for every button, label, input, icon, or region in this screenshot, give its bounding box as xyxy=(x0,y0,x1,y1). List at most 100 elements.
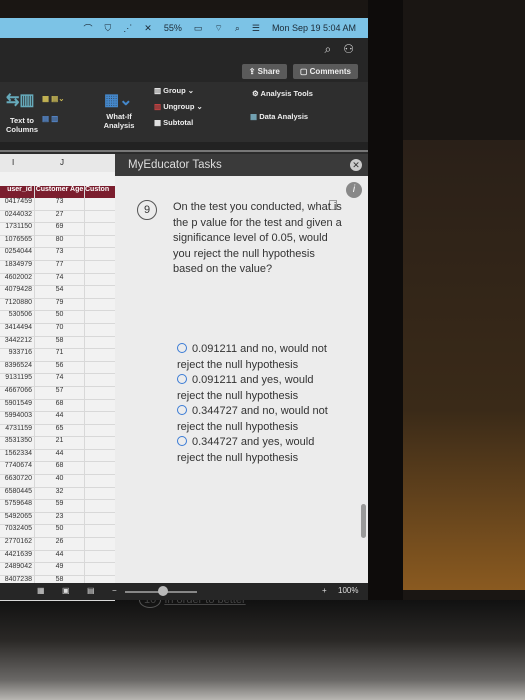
empty-cell[interactable] xyxy=(84,500,115,512)
user-id-cell[interactable]: 7120880 xyxy=(0,299,34,311)
customer-age-cell[interactable]: 50 xyxy=(34,311,84,323)
user-id-cell[interactable]: 1731150 xyxy=(0,223,34,235)
empty-cell[interactable] xyxy=(84,424,115,437)
empty-cell[interactable] xyxy=(84,487,115,500)
zoom-out-icon[interactable]: − xyxy=(112,586,117,595)
customer-age-cell[interactable]: 70 xyxy=(34,323,84,336)
column-header-i[interactable]: I xyxy=(12,158,14,167)
table-row[interactable]: 3531350 21 xyxy=(0,437,115,450)
table-row[interactable]: 0254044 73 xyxy=(0,248,115,261)
normal-view-icon[interactable]: ▦ xyxy=(37,586,45,595)
customer-age-cell[interactable]: 65 xyxy=(34,424,84,437)
customer-age-cell[interactable]: 40 xyxy=(34,475,84,487)
table-row[interactable]: 8396524 56 xyxy=(0,361,115,375)
customer-age-cell[interactable]: 68 xyxy=(34,462,84,475)
empty-cell[interactable] xyxy=(84,475,115,487)
empty-cell[interactable] xyxy=(84,323,115,336)
zoom-in-icon[interactable]: + xyxy=(322,586,327,595)
customer-age-cell[interactable]: 54 xyxy=(34,286,84,298)
table-row[interactable]: 0417459 73 xyxy=(0,198,115,211)
customer-age-cell[interactable]: 71 xyxy=(34,349,84,361)
close-icon[interactable]: ✕ xyxy=(350,159,362,171)
user-id-cell[interactable]: 2489042 xyxy=(0,563,34,575)
user-id-cell[interactable]: 6580445 xyxy=(0,488,34,500)
user-id-cell[interactable]: 2770162 xyxy=(0,538,34,550)
table-row[interactable]: 4667066 57 xyxy=(0,386,115,400)
table-row[interactable]: 3414494 70 xyxy=(0,323,115,337)
user-id-cell[interactable]: 1562334 xyxy=(0,450,34,462)
table-row[interactable]: 4731159 65 xyxy=(0,424,115,438)
user-id-cell[interactable]: 0417459 xyxy=(0,198,34,210)
user-id-cell[interactable]: 5901549 xyxy=(0,400,34,412)
customer-age-cell[interactable]: 27 xyxy=(34,210,84,223)
user-id-cell[interactable]: 1834979 xyxy=(0,261,34,273)
empty-cell[interactable] xyxy=(84,550,115,563)
user-id-cell[interactable]: 7740674 xyxy=(0,462,34,474)
user-id-cell[interactable]: 933716 xyxy=(0,349,34,361)
table-row[interactable]: 5492065 23 xyxy=(0,512,115,526)
empty-cell[interactable] xyxy=(84,449,115,462)
empty-cell[interactable] xyxy=(84,248,115,260)
empty-cell[interactable] xyxy=(84,223,115,235)
user-id-cell[interactable]: 530506 xyxy=(0,311,34,323)
user-id-cell[interactable]: 0244032 xyxy=(0,211,34,223)
table-row[interactable]: 4602002 74 xyxy=(0,273,115,287)
user-id-cell[interactable]: 3414494 xyxy=(0,324,34,336)
customer-age-cell[interactable]: 21 xyxy=(34,437,84,449)
empty-cell[interactable] xyxy=(84,538,115,550)
empty-cell[interactable] xyxy=(84,386,115,399)
empty-cell[interactable] xyxy=(84,210,115,223)
user-id-cell[interactable]: 1076565 xyxy=(0,236,34,248)
table-row[interactable]: 7740674 68 xyxy=(0,462,115,476)
radio-icon[interactable] xyxy=(177,405,187,415)
customer-age-cell[interactable]: 57 xyxy=(34,386,84,399)
customer-age-cell[interactable]: 26 xyxy=(34,538,84,550)
table-row[interactable]: 5994003 44 xyxy=(0,412,115,425)
spreadsheet-grid[interactable]: user_id Customer Age Custon 0417459 73 024… xyxy=(0,172,115,601)
page-break-icon[interactable]: ▤ xyxy=(87,586,95,595)
table-row[interactable]: 6630720 40 xyxy=(0,475,115,488)
empty-cell[interactable] xyxy=(84,563,115,575)
table-row[interactable]: 0244032 27 xyxy=(0,210,115,224)
zoom-level[interactable]: 100% xyxy=(338,586,358,595)
empty-cell[interactable] xyxy=(84,311,115,323)
user-id-cell[interactable]: 3531350 xyxy=(0,437,34,449)
customer-age-cell[interactable]: 73 xyxy=(34,248,84,260)
page-layout-icon[interactable]: ▣ xyxy=(62,586,70,595)
empty-cell[interactable] xyxy=(84,298,115,311)
table-row[interactable]: 9131195 74 xyxy=(0,374,115,387)
table-row[interactable]: 2489042 49 xyxy=(0,563,115,576)
user-id-cell[interactable]: 6630720 xyxy=(0,475,34,487)
header-custom[interactable]: Custon xyxy=(84,186,115,198)
customer-age-cell[interactable]: 56 xyxy=(34,361,84,374)
table-row[interactable]: 1834979 77 xyxy=(0,260,115,274)
empty-cell[interactable] xyxy=(84,198,115,210)
customer-age-cell[interactable]: 23 xyxy=(34,512,84,525)
radio-icon[interactable] xyxy=(177,374,187,384)
customer-age-cell[interactable]: 44 xyxy=(34,412,84,424)
customer-age-cell[interactable]: 50 xyxy=(34,525,84,538)
user-id-cell[interactable]: 5994003 xyxy=(0,412,34,424)
customer-age-cell[interactable]: 49 xyxy=(34,563,84,575)
empty-cell[interactable] xyxy=(84,512,115,525)
empty-cell[interactable] xyxy=(84,525,115,538)
user-id-cell[interactable]: 4667066 xyxy=(0,387,34,399)
empty-cell[interactable] xyxy=(84,349,115,361)
user-id-cell[interactable]: 0254044 xyxy=(0,248,34,260)
empty-cell[interactable] xyxy=(84,462,115,475)
customer-age-cell[interactable]: 44 xyxy=(34,550,84,563)
user-id-cell[interactable]: 4421639 xyxy=(0,551,34,563)
user-id-cell[interactable]: 8396524 xyxy=(0,362,34,374)
table-row[interactable]: 7032405 50 xyxy=(0,525,115,539)
empty-cell[interactable] xyxy=(84,437,115,449)
user-id-cell[interactable]: 3442212 xyxy=(0,337,34,349)
user-id-cell[interactable]: 7032405 xyxy=(0,525,34,537)
empty-cell[interactable] xyxy=(84,235,115,248)
table-row[interactable]: 1731150 69 xyxy=(0,223,115,236)
customer-age-cell[interactable]: 79 xyxy=(34,298,84,311)
customer-age-cell[interactable]: 59 xyxy=(34,500,84,512)
user-id-cell[interactable]: 4079428 xyxy=(0,286,34,298)
user-id-cell[interactable]: 4731159 xyxy=(0,425,34,437)
column-header-j[interactable]: J xyxy=(60,158,64,167)
empty-cell[interactable] xyxy=(84,260,115,273)
